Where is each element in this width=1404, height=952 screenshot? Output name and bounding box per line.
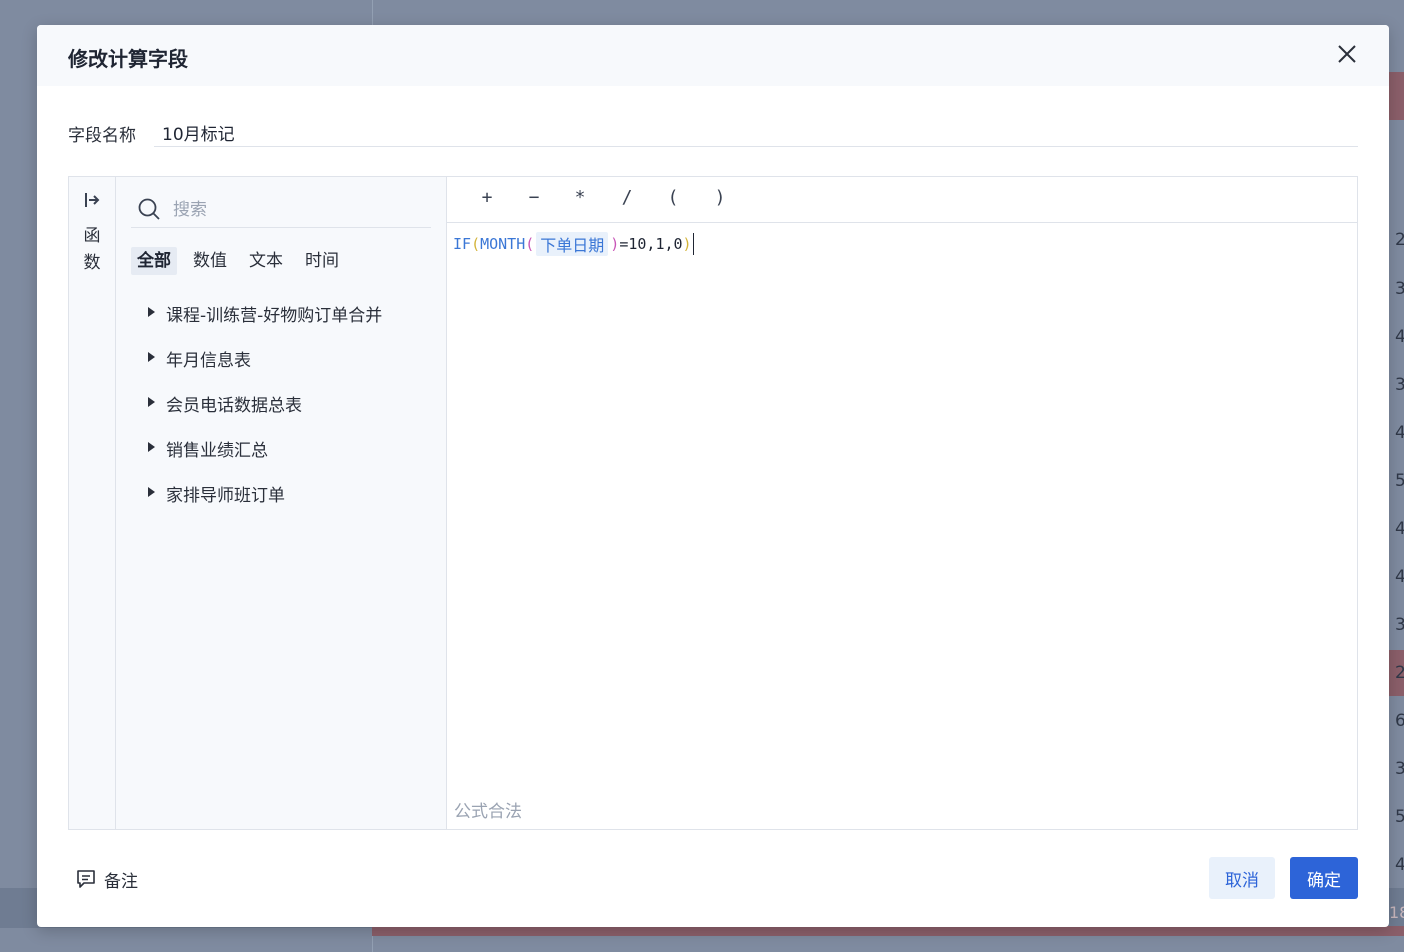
tree-item[interactable]: 会员电话数据总表 — [148, 391, 382, 436]
background-cell-value: 6 — [1395, 711, 1404, 731]
tree-item-label: 课程-训练营-好物购订单合并 — [166, 306, 383, 326]
function-list-panel: 全部 数值 文本 时间 课程-训练营-好物购订单合并 年月信息表 会员电话数据总… — [116, 177, 447, 829]
formula-function-month: MONTH — [480, 235, 526, 253]
formula-paren: ( — [525, 235, 535, 253]
operator-minus-button[interactable]: − — [519, 187, 549, 213]
text-cursor — [692, 233, 694, 255]
background-cell-value: 4 — [1395, 327, 1404, 347]
formula-paren: ) — [610, 235, 620, 253]
category-tab-number[interactable]: 数值 — [187, 247, 233, 275]
function-category-tabs: 全部 数值 文本 时间 — [131, 247, 345, 275]
formula-paren: ) — [682, 235, 692, 253]
background-cell-value: 3 — [1395, 615, 1404, 635]
tree-item-label: 销售业绩汇总 — [166, 441, 268, 461]
tree-item[interactable]: 课程-训练营-好物购订单合并 — [148, 301, 382, 346]
background-cell-value: 2 — [1395, 230, 1404, 250]
formula-field-reference[interactable]: 下单日期 — [536, 232, 609, 256]
background-cell-value: 4 — [1395, 423, 1404, 443]
background-cell-value: 3 — [1395, 375, 1404, 395]
background-cell-value: 3 — [1395, 759, 1404, 779]
operator-multiply-button[interactable]: * — [565, 187, 595, 213]
background-cell-value: 4 — [1395, 519, 1404, 539]
search-icon — [138, 198, 160, 220]
dialog-title: 修改计算字段 — [68, 47, 188, 71]
caret-right-icon[interactable] — [148, 442, 155, 452]
function-sidebar-tab[interactable]: 函数 — [69, 177, 116, 829]
category-tab-all[interactable]: 全部 — [131, 247, 177, 275]
tree-item[interactable]: 销售业绩汇总 — [148, 436, 382, 481]
formula-paren: ( — [471, 235, 481, 253]
operator-close-paren-button[interactable]: ) — [705, 187, 735, 213]
cancel-button[interactable]: 取消 — [1209, 857, 1275, 899]
note-label: 备注 — [104, 871, 138, 892]
dialog-header: 修改计算字段 — [37, 25, 1389, 86]
operator-divide-button[interactable]: / — [612, 187, 642, 213]
formula-function-if: IF — [453, 235, 472, 253]
edit-calculated-field-dialog: 修改计算字段 字段名称 函数 — [37, 25, 1389, 927]
caret-right-icon[interactable] — [148, 307, 155, 317]
formula-expression: =10,1,0 — [619, 235, 683, 253]
category-tab-text[interactable]: 文本 — [243, 247, 289, 275]
function-search — [131, 193, 431, 228]
background-footer-highlight — [372, 926, 1404, 936]
category-tab-time[interactable]: 时间 — [299, 247, 345, 275]
caret-right-icon[interactable] — [148, 352, 155, 362]
background-cell-value: 2 — [1395, 663, 1404, 683]
background-cell-value: 5 — [1395, 471, 1404, 491]
background-cell-value: 5 — [1395, 807, 1404, 827]
tree-item-label: 家排导师班订单 — [166, 486, 285, 506]
background-cell-value: 3 — [1395, 279, 1404, 299]
formula-text[interactable]: IF(MONTH(下单日期) =10,1,0) — [453, 231, 694, 257]
formula-validation-status: 公式合法 — [454, 802, 522, 822]
tree-item-label: 会员电话数据总表 — [166, 396, 302, 416]
operator-toolbar: + − * / ( ) — [446, 177, 1357, 223]
close-icon[interactable] — [1335, 42, 1359, 66]
field-name-label: 字段名称 — [68, 126, 136, 146]
field-name-row: 字段名称 — [68, 119, 1358, 149]
background-cell-value: 4 — [1395, 855, 1404, 875]
tree-item[interactable]: 年月信息表 — [148, 346, 382, 391]
formula-editor[interactable]: + − * / ( ) IF(MONTH(下单日期) =10,1,0) 公式合法 — [446, 177, 1357, 829]
field-name-input[interactable] — [154, 119, 1358, 147]
tree-item-label: 年月信息表 — [166, 351, 251, 371]
caret-right-icon[interactable] — [148, 487, 155, 497]
background-cell-value: 18 — [1389, 903, 1404, 922]
operator-open-paren-button[interactable]: ( — [658, 187, 688, 213]
search-input[interactable] — [171, 195, 425, 225]
background-highlight-row — [1389, 72, 1404, 120]
caret-right-icon[interactable] — [148, 397, 155, 407]
function-tab-label[interactable]: 函数 — [82, 223, 102, 277]
operator-plus-button[interactable]: + — [472, 187, 502, 213]
background-cell-value: 4 — [1395, 567, 1404, 587]
tree-item[interactable]: 家排导师班订单 — [148, 481, 382, 526]
expand-panel-icon[interactable] — [83, 191, 101, 209]
formula-panel: 函数 全部 数值 文本 时间 课程-训练营-好物购订单合并 — [68, 176, 1358, 830]
table-tree: 课程-训练营-好物购订单合并 年月信息表 会员电话数据总表 销售业绩汇总 家排导… — [148, 301, 382, 526]
comment-icon — [77, 870, 95, 888]
note-button[interactable]: 备注 — [76, 865, 138, 893]
confirm-button[interactable]: 确定 — [1290, 857, 1358, 899]
